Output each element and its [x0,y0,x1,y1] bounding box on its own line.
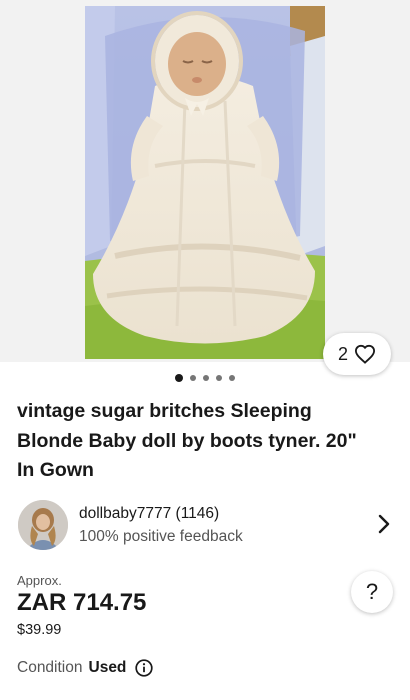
item-listing-page: 2 vintage sugar britches Sleeping Blonde… [0,0,410,700]
condition-value: Used [88,659,127,676]
price-original: $39.99 [17,622,62,638]
watch-button[interactable]: 2 [323,333,391,375]
condition-label: Condition [17,659,83,676]
seller-row[interactable]: dollbaby7777 (1146) 100% positive feedba… [0,497,410,557]
listing-title: vintage sugar britches Sleeping Blonde B… [17,400,357,481]
price-approx-label: Approx. [17,573,62,588]
heart-icon [354,344,376,364]
watch-count: 2 [337,343,348,364]
condition-row: Condition Used [17,659,154,677]
listing-photo-doll[interactable] [85,6,325,359]
seller-avatar [18,500,68,550]
price-converted: ZAR 714.75 [17,589,147,616]
pagination-dot[interactable] [190,375,196,381]
pagination-dot[interactable] [229,375,235,381]
pagination-dot[interactable] [216,375,222,381]
info-icon[interactable] [135,659,154,677]
help-button[interactable]: ? [351,571,393,613]
seller-feedback: 100% positive feedback [79,528,243,545]
gallery-pagination [0,373,410,383]
image-gallery[interactable]: 2 [0,0,410,375]
chevron-right-icon[interactable] [377,514,391,534]
seller-name[interactable]: dollbaby7777 (1146) [79,505,219,523]
pagination-dot[interactable] [203,375,209,381]
pagination-dot-active[interactable] [175,374,183,382]
